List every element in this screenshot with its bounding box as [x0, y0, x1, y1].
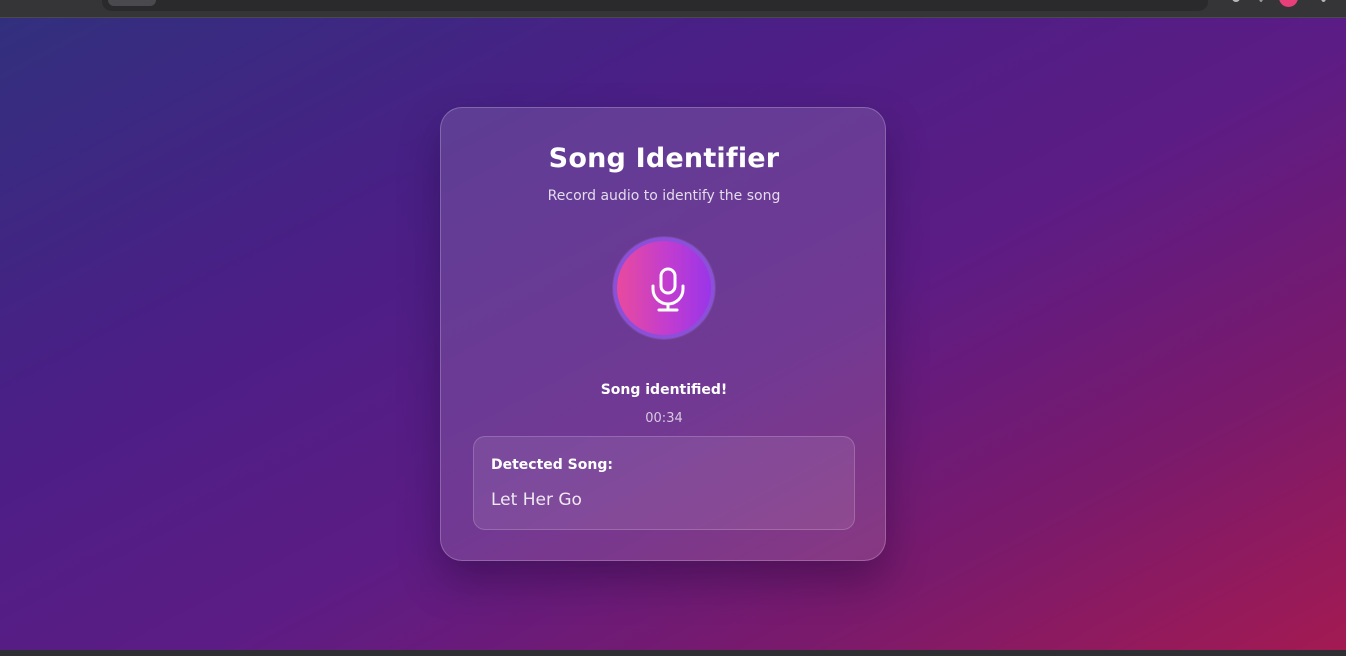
- extension-icon[interactable]: [1232, 0, 1240, 2]
- song-identifier-card: Song Identifier Record audio to identify…: [440, 107, 886, 561]
- result-panel: Detected Song: Let Her Go: [473, 436, 855, 530]
- result-label: Detected Song:: [491, 457, 613, 473]
- address-bar[interactable]: [102, 0, 1208, 11]
- recording-timer: 00:34: [645, 411, 683, 426]
- toolbar-divider: [1259, 0, 1263, 2]
- page-subtitle: Record audio to identify the song: [547, 188, 781, 204]
- record-button[interactable]: [613, 237, 715, 339]
- page-title: Song Identifier: [548, 143, 780, 174]
- profile-avatar-icon[interactable]: [1279, 0, 1298, 7]
- microphone-icon: [651, 267, 685, 312]
- app-background: Song Identifier Record audio to identify…: [0, 18, 1346, 650]
- browser-toolbar: [0, 0, 1346, 18]
- status-text: Song identified!: [600, 382, 728, 398]
- site-info-icon[interactable]: [108, 0, 156, 6]
- detected-song-title: Let Her Go: [491, 490, 582, 510]
- taskbar-edge: [0, 650, 1346, 656]
- browser-menu-icon[interactable]: [1321, 0, 1326, 2]
